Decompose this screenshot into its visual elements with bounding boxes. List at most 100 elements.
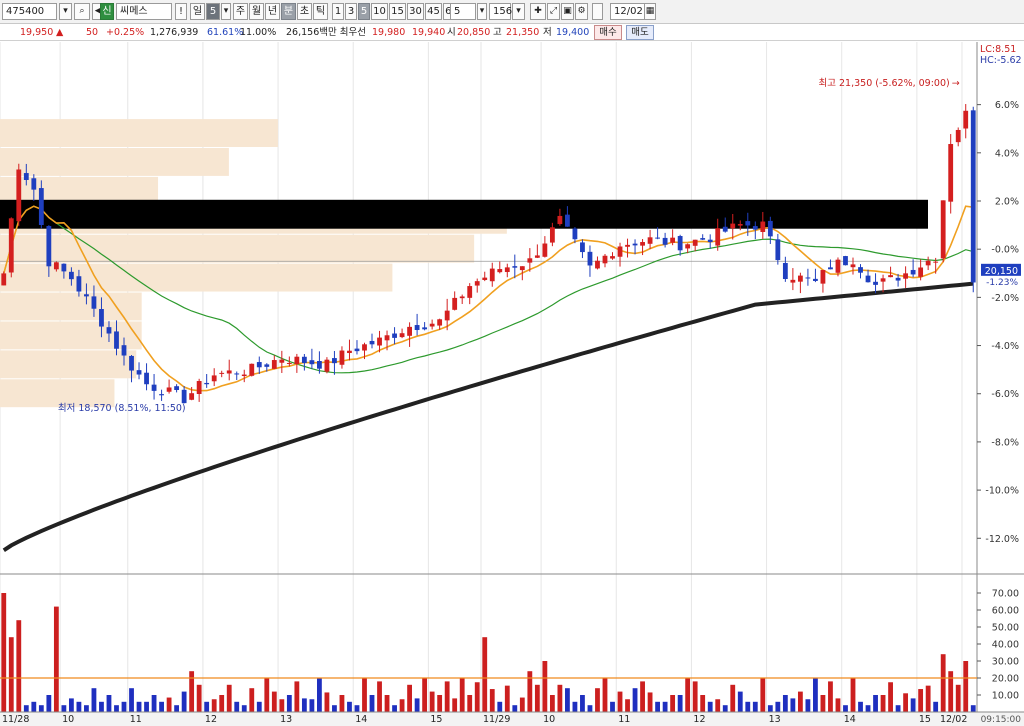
volume-bar	[271, 691, 277, 712]
lower-limit-label: LC:8.51	[980, 44, 1016, 55]
price-tick-label: -8.0%	[991, 437, 1019, 448]
volume-bar	[925, 685, 931, 712]
stock-chart[interactable]: 최고 21,350 (-5.62%, 09:00) → 최저 18,570 (8.5…	[0, 0, 1024, 726]
volume-bar	[399, 699, 405, 712]
volume-bar	[211, 699, 217, 712]
volume-bar	[407, 684, 412, 712]
candle-body	[114, 331, 119, 349]
volume-bar	[813, 678, 818, 712]
candle-body	[429, 323, 435, 327]
candle-body	[452, 297, 458, 310]
candle-body	[692, 239, 698, 246]
candle-body	[843, 256, 848, 266]
volume-bar	[279, 699, 285, 712]
volume-bar	[595, 688, 600, 712]
volume-bar	[459, 678, 465, 712]
candle-body	[106, 327, 112, 334]
volume-bar	[835, 698, 841, 712]
upper-limit-label: HC:-5.62	[980, 55, 1022, 66]
candle-body	[241, 374, 247, 377]
candle-body	[377, 337, 382, 346]
candle-body	[99, 309, 104, 327]
time-tick-label: 12/02	[940, 714, 967, 725]
volume-bar	[963, 661, 969, 712]
volume-bar	[670, 695, 676, 712]
volume-bar	[489, 689, 495, 712]
candle-body	[38, 188, 44, 226]
candle-body	[790, 279, 796, 283]
candle-body	[249, 363, 255, 376]
candle-body	[910, 269, 916, 275]
volume-bar	[1, 593, 7, 712]
volume-tick-label: 40.00	[992, 640, 1019, 651]
candle-body	[895, 277, 901, 281]
candle-body	[226, 370, 232, 374]
candle-body	[504, 267, 510, 273]
volume-bar	[114, 705, 119, 712]
candle-body	[760, 221, 766, 232]
candle-body	[407, 326, 412, 336]
time-tick-label: 10	[543, 714, 555, 725]
volume-bar	[737, 691, 743, 712]
time-tick-label: 15	[430, 714, 442, 725]
candle-body	[865, 275, 871, 283]
volume-tick-label: 20.00	[992, 674, 1019, 685]
candle-body	[181, 389, 187, 404]
volume-bar	[662, 701, 668, 712]
chart-window: 475400 ▾ ⌕ ◀) 신 씨메스 ! 일 5 ▾ 주 월 년 분 초 틱 …	[0, 0, 1024, 726]
volume-bar	[151, 695, 157, 712]
volume-bar	[219, 695, 225, 712]
volume-profile-bar	[0, 292, 142, 321]
candle-body	[279, 359, 285, 363]
candle-body	[84, 294, 89, 297]
volume-bar	[68, 698, 74, 712]
volume-bar	[632, 688, 638, 712]
volume-tick-label: 50.00	[992, 623, 1019, 634]
volume-bar	[730, 684, 736, 712]
volume-bar	[392, 705, 397, 712]
candle-body	[324, 359, 330, 372]
candle-body	[587, 251, 593, 266]
volume-bar	[339, 695, 345, 712]
volume-bar	[204, 701, 210, 712]
candle-body	[414, 325, 420, 331]
candle-body	[617, 246, 623, 257]
candle-body	[542, 243, 548, 257]
volume-bar	[53, 606, 59, 712]
volume-bar	[422, 678, 428, 712]
volume-bar	[121, 701, 127, 712]
candle-body	[467, 286, 473, 298]
volume-bar	[474, 682, 480, 712]
volume-bar	[910, 698, 916, 712]
volume-bar	[700, 695, 706, 712]
candle-body	[700, 238, 706, 240]
volume-bar	[940, 654, 946, 712]
candle-body	[354, 348, 360, 352]
volume-bar	[301, 698, 307, 712]
volume-tick-label: 60.00	[992, 606, 1019, 617]
candle-body	[767, 220, 773, 237]
candle-body	[16, 169, 22, 222]
candle-body	[23, 173, 29, 180]
candle-body	[369, 340, 375, 345]
candle-body	[835, 259, 841, 273]
candle-body	[151, 384, 157, 391]
candle-body	[91, 296, 97, 309]
candle-body	[301, 356, 307, 363]
candle-body	[211, 375, 217, 382]
volume-bar	[429, 691, 435, 712]
volume-bar	[504, 685, 510, 712]
time-tick-label: 11	[130, 714, 142, 725]
volume-bar	[610, 701, 615, 712]
volume-bar	[324, 692, 330, 712]
candle-body	[76, 276, 82, 292]
candle-body	[737, 224, 743, 226]
candle-body	[362, 344, 367, 351]
time-tick-label: 12	[693, 714, 705, 725]
time-tick-label: 11	[618, 714, 630, 725]
price-tick-label: -10.0%	[985, 486, 1019, 497]
candle-body	[610, 256, 615, 259]
volume-bar	[820, 695, 826, 712]
volume-bar	[286, 695, 292, 712]
volume-bar	[647, 692, 653, 712]
